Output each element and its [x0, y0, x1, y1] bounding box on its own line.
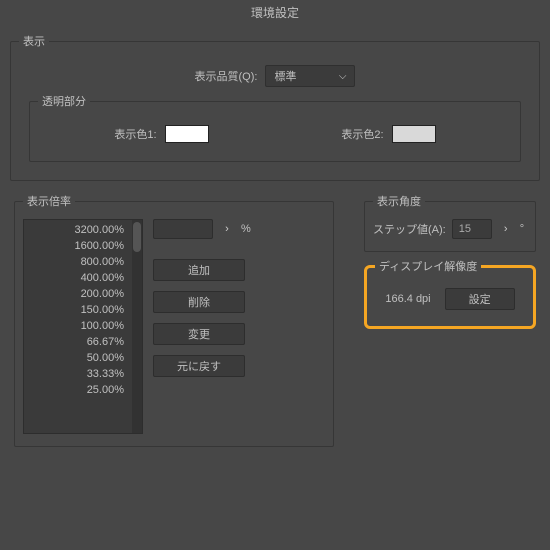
list-item[interactable]: 50.00%: [24, 350, 132, 366]
resolution-legend: ディスプレイ解像度: [375, 258, 481, 274]
zoom-group: 表示倍率 3200.00% 1600.00% 800.00% 400.00% 2…: [14, 193, 334, 447]
zoom-listbox[interactable]: 3200.00% 1600.00% 800.00% 400.00% 200.00…: [23, 219, 143, 434]
color1-label: 表示色1:: [114, 126, 156, 142]
transparency-legend: 透明部分: [38, 93, 90, 109]
resolution-group: ディスプレイ解像度 166.4 dpi 設定: [364, 258, 536, 329]
add-button[interactable]: 追加: [153, 259, 245, 281]
list-item[interactable]: 400.00%: [24, 270, 132, 286]
dpi-value: 166.4 dpi: [385, 293, 430, 305]
list-item[interactable]: 1600.00%: [24, 238, 132, 254]
angle-legend: 表示角度: [373, 193, 425, 209]
list-item[interactable]: 150.00%: [24, 302, 132, 318]
list-item[interactable]: 800.00%: [24, 254, 132, 270]
step-input[interactable]: 15: [452, 219, 492, 239]
dialog-title: 環境設定: [0, 0, 550, 27]
chevron-right-icon[interactable]: ›: [498, 223, 514, 235]
change-button[interactable]: 変更: [153, 323, 245, 345]
list-item[interactable]: 3200.00%: [24, 222, 132, 238]
delete-button[interactable]: 削除: [153, 291, 245, 313]
quality-label: 表示品質(Q):: [195, 68, 258, 84]
display-group: 表示 表示品質(Q): 標準 ⌵ 透明部分 表示色1: 表示色2:: [10, 33, 540, 181]
list-item[interactable]: 100.00%: [24, 318, 132, 334]
chevron-right-icon[interactable]: ›: [219, 223, 235, 235]
list-item[interactable]: 25.00%: [24, 382, 132, 398]
scrollbar-thumb[interactable]: [133, 222, 141, 252]
chevron-down-icon: ⌵: [339, 71, 347, 82]
color2-swatch[interactable]: [392, 125, 436, 143]
degree-label: °: [520, 223, 524, 235]
quality-value: 標準: [274, 68, 296, 84]
set-button[interactable]: 設定: [445, 288, 515, 310]
display-legend: 表示: [19, 33, 49, 49]
percent-label: %: [241, 223, 251, 235]
reset-button[interactable]: 元に戻す: [153, 355, 245, 377]
zoom-legend: 表示倍率: [23, 193, 75, 209]
list-item[interactable]: 200.00%: [24, 286, 132, 302]
color1-swatch[interactable]: [165, 125, 209, 143]
zoom-scrollbar[interactable]: [132, 220, 142, 433]
step-label: ステップ値(A):: [373, 221, 446, 237]
angle-group: 表示角度 ステップ値(A): 15 › °: [364, 193, 536, 252]
transparency-group: 透明部分 表示色1: 表示色2:: [29, 93, 521, 162]
list-item[interactable]: 33.33%: [24, 366, 132, 382]
quality-select[interactable]: 標準 ⌵: [265, 65, 355, 87]
zoom-input[interactable]: [153, 219, 213, 239]
color2-label: 表示色2:: [341, 126, 383, 142]
list-item[interactable]: 66.67%: [24, 334, 132, 350]
